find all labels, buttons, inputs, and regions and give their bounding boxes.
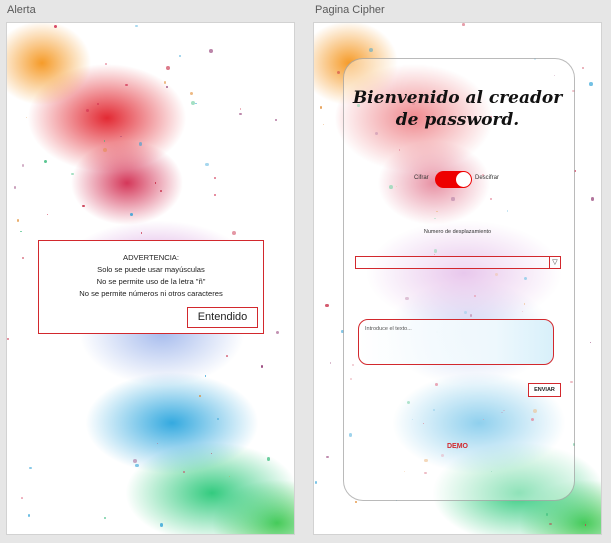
paint-speck xyxy=(368,47,373,52)
mode-toggle[interactable] xyxy=(435,171,472,188)
paint-speck xyxy=(138,142,143,146)
paint-speck xyxy=(199,395,202,398)
paint-speck xyxy=(85,109,89,113)
paint-speck xyxy=(355,501,358,504)
paint-speck xyxy=(28,466,32,470)
paint-speck xyxy=(326,456,329,459)
paint-speck xyxy=(266,457,271,462)
paint-speck xyxy=(26,117,28,119)
entendido-button[interactable]: Entendido xyxy=(187,307,258,328)
alert-message: ADVERTENCIA: Solo se puede usar mayúscul… xyxy=(39,252,263,300)
paint-speck xyxy=(260,365,264,368)
paint-speck xyxy=(588,82,593,86)
paint-speck xyxy=(165,85,169,89)
page-title: Bienvenido al creador de password. xyxy=(314,87,601,131)
paint-speck xyxy=(160,189,162,192)
paint-speck xyxy=(20,231,22,233)
paint-speck xyxy=(28,514,31,517)
paint-speck xyxy=(7,338,9,340)
artboard-label-alerta: Alerta xyxy=(7,4,36,16)
demo-link[interactable]: DEMO xyxy=(314,443,601,450)
paint-speck xyxy=(179,54,182,57)
shift-number-select[interactable]: ▽ xyxy=(355,256,561,269)
paint-speck xyxy=(584,523,587,526)
paint-speck xyxy=(329,362,332,364)
paint-speck xyxy=(274,118,277,121)
paint-speck xyxy=(581,66,584,69)
paint-speck xyxy=(159,522,164,527)
artboard-alerta: ADVERTENCIA: Solo se puede usar mayúscul… xyxy=(7,23,294,534)
paint-speck xyxy=(105,63,108,66)
paint-speck xyxy=(103,148,108,152)
paint-speck xyxy=(125,83,128,87)
paint-speck xyxy=(213,193,217,196)
paint-speck xyxy=(46,213,48,216)
paint-speck xyxy=(21,497,23,499)
paint-speck xyxy=(239,113,242,116)
paint-speck xyxy=(21,256,25,260)
enviar-button[interactable]: ENVIAR xyxy=(528,383,561,397)
paint-speck xyxy=(16,219,20,222)
toggle-label-descifrar: Descifrar xyxy=(475,175,500,181)
paint-speck xyxy=(195,102,197,105)
paint-speck xyxy=(239,108,242,110)
paint-speck xyxy=(71,172,74,175)
paint-speck xyxy=(134,463,139,468)
paint-speck xyxy=(13,186,17,190)
alert-line-title: ADVERTENCIA: xyxy=(123,253,179,262)
paint-speck xyxy=(104,516,107,519)
triangle-down-icon[interactable]: ▽ xyxy=(549,257,560,268)
paint-speck xyxy=(191,100,196,105)
paint-speck xyxy=(210,452,213,455)
page-title-line-1: Bienvenido al creador xyxy=(352,88,563,108)
paint-speck xyxy=(545,513,549,516)
paint-speck xyxy=(205,162,209,166)
paint-speck xyxy=(462,23,465,26)
paint-speck xyxy=(140,232,143,234)
paint-speck xyxy=(209,49,213,53)
paint-speck xyxy=(225,355,228,357)
paint-speck xyxy=(132,459,137,464)
paint-speck xyxy=(204,375,207,377)
toggle-knob xyxy=(456,172,471,187)
paint-speck xyxy=(43,159,48,163)
paint-speck xyxy=(120,135,122,138)
paint-speck xyxy=(154,182,157,184)
paint-speck xyxy=(336,70,340,74)
paint-speck xyxy=(549,523,552,526)
shift-number-label: Numero de desplazamiento xyxy=(423,229,492,235)
page-title-line-2: de password. xyxy=(395,110,520,130)
text-input[interactable]: Introduce el texto... xyxy=(358,319,554,365)
paint-speck xyxy=(214,177,216,179)
alert-line-no-enie: No se permite uso de la letra "ñ" xyxy=(96,277,206,286)
paint-speck xyxy=(325,303,329,308)
paint-speck xyxy=(231,231,236,235)
paint-speck xyxy=(590,196,595,201)
paint-speck xyxy=(182,470,185,473)
paint-speck xyxy=(130,213,133,217)
alert-line-uppercase: Solo se puede usar mayúsculas xyxy=(97,265,205,274)
paint-speck xyxy=(96,103,99,106)
paint-speck xyxy=(166,65,170,70)
artboard-cipher: Bienvenido al creador de password. Cifra… xyxy=(314,23,601,534)
paint-speck xyxy=(135,24,138,28)
alert-line-no-numbers: No se permite números ni otros caractere… xyxy=(79,289,223,298)
paint-speck xyxy=(314,481,317,484)
paint-speck xyxy=(53,24,58,29)
paint-speck xyxy=(189,91,194,95)
toggle-label-cifrar: Cifrar xyxy=(414,175,429,181)
paint-speck xyxy=(229,475,231,477)
paint-speck xyxy=(157,442,159,444)
paint-speck xyxy=(82,204,85,208)
paint-speck xyxy=(589,341,591,343)
artboard-label-cipher: Pagina Cipher xyxy=(315,4,385,16)
paint-speck xyxy=(276,330,280,334)
mode-toggle-row: Cifrar Descifrar xyxy=(314,170,601,190)
paint-speck xyxy=(21,164,25,167)
alert-dialog: ADVERTENCIA: Solo se puede usar mayúscul… xyxy=(38,240,264,334)
paint-speck xyxy=(217,418,220,421)
paint-speck xyxy=(103,140,106,142)
paint-speck xyxy=(164,81,167,84)
